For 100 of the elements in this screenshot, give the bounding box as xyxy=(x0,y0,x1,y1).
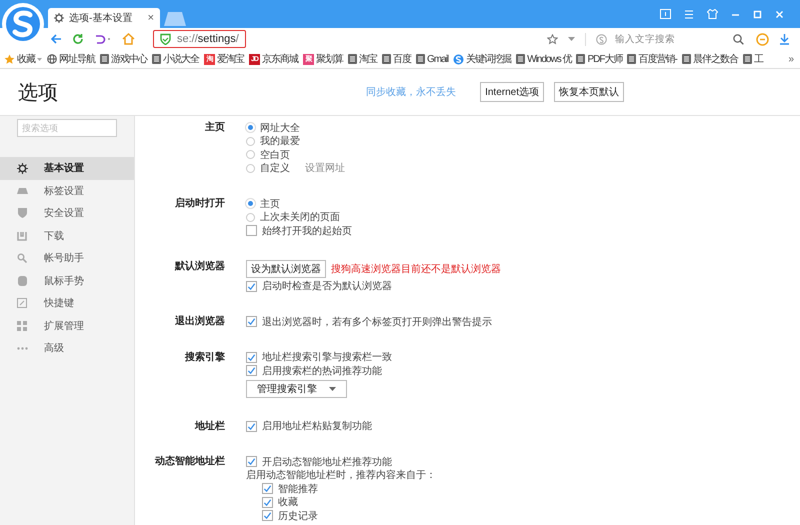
radio-button[interactable] xyxy=(246,164,255,173)
checkbox-label: 启用搜索栏的热词推荐功能 xyxy=(262,364,382,378)
sidebar-item[interactable]: 鼠标手势 xyxy=(0,270,134,292)
set-default-button[interactable]: 设为默认浏览器 xyxy=(246,260,326,278)
radio-label: 自定义 xyxy=(260,162,290,176)
window-count-icon[interactable] xyxy=(660,9,671,19)
caret-icon[interactable] xyxy=(568,37,575,41)
note-text: 启用动态智能地址栏时，推荐内容来自于： xyxy=(246,468,436,482)
sidebar-item[interactable]: 帐号助手 xyxy=(0,247,134,270)
search-field[interactable]: 输入文字搜索 xyxy=(585,32,746,46)
page-icon xyxy=(627,54,636,64)
more-icon xyxy=(16,346,28,350)
checkbox[interactable] xyxy=(246,225,257,236)
bookmark-item[interactable]: 收藏 xyxy=(4,52,42,66)
sidebar-item[interactable]: 扩展管理 xyxy=(0,314,134,337)
gear-icon xyxy=(16,162,28,174)
close-icon[interactable] xyxy=(775,10,784,18)
smiley-icon[interactable] xyxy=(756,32,769,46)
more-bookmarks-button[interactable]: » xyxy=(788,54,794,64)
sidebar-item[interactable]: 安全设置 xyxy=(0,202,134,224)
section-label: 主页 xyxy=(204,121,225,135)
search-options-field[interactable]: 搜索选项 xyxy=(17,119,117,137)
new-tab-button[interactable] xyxy=(164,12,186,26)
menu-icon[interactable] xyxy=(684,10,694,18)
search-engine-icon xyxy=(596,34,607,44)
checkbox-label: 启用地址栏粘贴复制功能 xyxy=(262,420,372,434)
checkbox[interactable] xyxy=(262,510,273,522)
radio-label: 主页 xyxy=(260,198,280,211)
caret-icon xyxy=(37,58,42,60)
checkbox[interactable] xyxy=(246,420,257,432)
radio-button[interactable] xyxy=(246,150,255,160)
shirt-icon[interactable] xyxy=(707,9,718,19)
address-field[interactable]: se://settings/ xyxy=(153,30,246,48)
checkbox[interactable] xyxy=(262,496,273,508)
checkbox[interactable] xyxy=(246,365,257,376)
download-icon[interactable] xyxy=(779,33,790,45)
bookmark-item[interactable]: 小说大全 xyxy=(152,52,199,66)
bookmark-item[interactable]: 晨伴之数合 xyxy=(682,52,738,66)
bookmark-item[interactable]: Gmail xyxy=(416,54,448,64)
refresh-icon[interactable] xyxy=(72,33,84,45)
bookmark-item[interactable]: 百度营销- xyxy=(627,52,677,66)
caret-icon xyxy=(329,386,336,390)
radio-label: 网址大全 xyxy=(260,122,300,135)
bookmark-item[interactable]: 关键词挖掘 xyxy=(453,52,512,66)
search-icon[interactable] xyxy=(733,34,744,44)
checkbox-label: 启动时检查是否为默认浏览器 xyxy=(262,280,392,294)
sidebar-item[interactable]: 高级 xyxy=(0,337,134,360)
bookmark-item[interactable]: 工 xyxy=(742,52,763,66)
checkbox[interactable] xyxy=(246,456,257,468)
section-label: 退出浏览器 xyxy=(174,315,225,328)
shortcut-icon xyxy=(17,298,27,308)
maximize-icon[interactable] xyxy=(753,10,762,18)
manage-engines-dropdown[interactable]: 管理搜索引擎 xyxy=(246,380,347,398)
globe-icon xyxy=(47,54,57,64)
bookmark-item[interactable]: 淘宝 xyxy=(348,52,377,66)
sidebar-item[interactable]: 基本设置 xyxy=(0,157,134,180)
tab-icon xyxy=(16,188,28,194)
radio-label: 我的最爱 xyxy=(260,134,300,148)
sidebar-item[interactable]: 快捷键 xyxy=(0,292,134,314)
bookmark-item[interactable]: 网址导航 xyxy=(47,52,95,66)
radio-label: 上次未关闭的页面 xyxy=(260,210,340,224)
radio-label: 空白页 xyxy=(260,148,290,162)
checkbox-label: 退出浏览器时，若有多个标签页打开则弹出警告提示 xyxy=(262,316,492,329)
undo-icon[interactable] xyxy=(94,33,112,45)
header-button[interactable]: Internet选项 xyxy=(480,82,544,102)
checkbox-label: 始终打开我的起始页 xyxy=(262,224,352,238)
radio-button[interactable] xyxy=(246,212,255,222)
bookmark-item[interactable]: 百度 xyxy=(382,52,411,66)
page-icon xyxy=(516,54,526,64)
section-label: 启动时打开 xyxy=(174,197,225,211)
checkbox[interactable] xyxy=(262,483,273,494)
star-icon[interactable] xyxy=(547,34,558,44)
radio-button[interactable] xyxy=(246,136,255,146)
star-icon xyxy=(4,54,15,64)
page-icon xyxy=(100,54,109,64)
checkbox-label: 智能推荐 xyxy=(278,482,318,496)
checkbox[interactable] xyxy=(246,280,257,292)
section-label: 搜索引擎 xyxy=(184,350,225,364)
bookmark-item[interactable]: PDF大师 xyxy=(576,52,622,66)
page-icon xyxy=(348,54,357,64)
warning-text: 搜狗高速浏览器目前还不是默认浏览器 xyxy=(331,262,501,276)
home-icon[interactable] xyxy=(122,33,135,45)
back-icon[interactable] xyxy=(50,33,62,45)
close-tab-button[interactable]: × xyxy=(148,12,154,24)
checkbox[interactable] xyxy=(246,316,257,328)
sidebar-item[interactable]: 标签设置 xyxy=(0,180,134,202)
browser-tab[interactable]: 选项-基本设置 × xyxy=(48,8,160,28)
section-label: 地址栏 xyxy=(194,420,225,433)
section-label: 动态智能地址栏 xyxy=(154,455,225,469)
bookmark-item[interactable]: Windows 优 xyxy=(516,52,572,66)
page-title: 选项 xyxy=(18,80,58,106)
bookmark-item[interactable]: 游戏中心 xyxy=(100,52,147,66)
checkbox[interactable] xyxy=(246,352,257,363)
page-icon xyxy=(152,54,161,64)
sidebar-item[interactable]: 下载 xyxy=(0,224,134,247)
header-button[interactable]: 恢复本页默认 xyxy=(554,82,624,102)
set-url-link[interactable]: 设置网址 xyxy=(305,161,345,176)
grid-icon xyxy=(17,320,27,331)
checkbox-label: 历史记录 xyxy=(278,510,318,523)
checkbox-label: 地址栏搜索引擎与搜索栏一致 xyxy=(262,350,392,364)
